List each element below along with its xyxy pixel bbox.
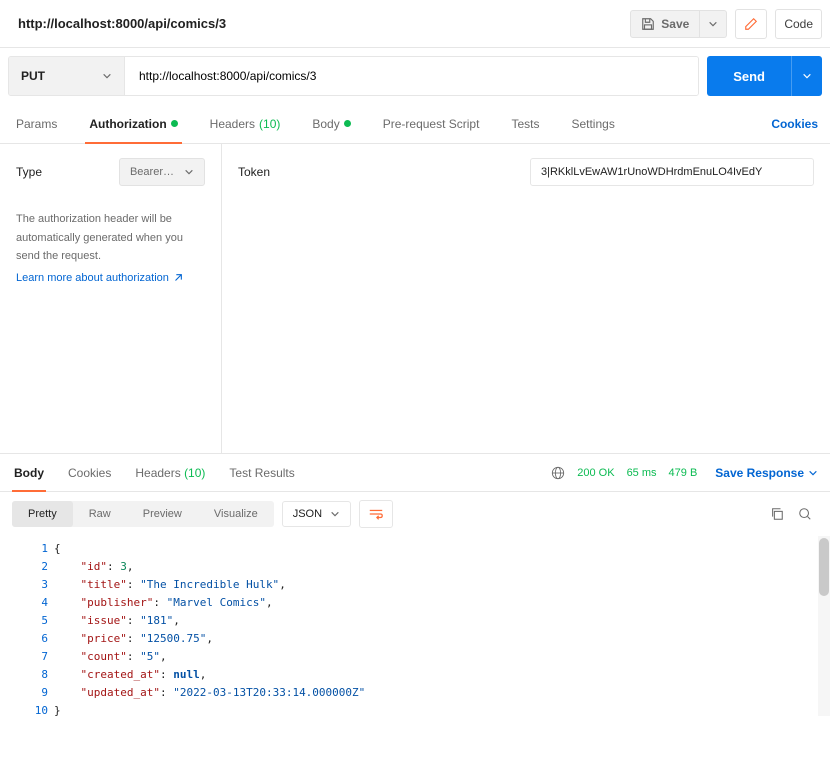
send-button[interactable]: Send	[707, 56, 791, 96]
send-dropdown-button[interactable]	[791, 56, 822, 96]
status-code: 200 OK	[577, 467, 614, 479]
save-icon	[641, 17, 655, 31]
method-url-group: PUT	[8, 56, 699, 96]
response-body-editor: 12345678910 { "id": 3, "title": "The Inc…	[0, 536, 830, 724]
response-status: 200 OK 65 ms 479 B	[551, 466, 697, 480]
modified-dot-icon	[171, 120, 178, 127]
save-response-button[interactable]: Save Response	[715, 466, 818, 480]
method-select[interactable]: PUT	[9, 57, 125, 95]
save-dropdown-button[interactable]	[700, 10, 727, 38]
response-header: Body Cookies Headers (10) Test Results 2…	[0, 454, 830, 492]
tab-settings[interactable]: Settings	[567, 104, 618, 143]
line-gutter: 12345678910	[0, 536, 54, 724]
search-button[interactable]	[798, 507, 812, 521]
scroll-thumb[interactable]	[819, 538, 829, 596]
url-input[interactable]	[125, 57, 698, 95]
code-area[interactable]: { "id": 3, "title": "The Incredible Hulk…	[54, 536, 365, 724]
response-tab-cookies[interactable]: Cookies	[66, 454, 113, 491]
view-visualize-button[interactable]: Visualize	[198, 501, 274, 527]
chevron-down-icon	[708, 19, 718, 29]
search-icon	[798, 507, 812, 521]
tab-authorization[interactable]: Authorization	[85, 104, 181, 143]
auth-description: The authorization header will be automat…	[16, 210, 205, 266]
save-button[interactable]: Save	[630, 10, 700, 38]
view-raw-button[interactable]: Raw	[73, 501, 127, 527]
response-size: 479 B	[669, 467, 698, 479]
view-preview-button[interactable]: Preview	[127, 501, 198, 527]
chevron-down-icon	[184, 167, 194, 177]
view-pretty-button[interactable]: Pretty	[12, 501, 73, 527]
chevron-down-icon	[808, 468, 818, 478]
chevron-down-icon	[802, 71, 812, 81]
top-bar: http://localhost:8000/api/comics/3 Save …	[0, 0, 830, 48]
globe-icon	[551, 466, 565, 480]
wrap-lines-button[interactable]	[359, 500, 393, 528]
pencil-icon	[744, 17, 758, 31]
chevron-down-icon	[330, 509, 340, 519]
tab-title: http://localhost:8000/api/comics/3	[8, 16, 226, 31]
response-tab-headers[interactable]: Headers (10)	[133, 454, 207, 491]
code-button[interactable]: Code	[775, 9, 822, 39]
response-toolbar: Pretty Raw Preview Visualize JSON	[0, 492, 830, 536]
tab-params[interactable]: Params	[12, 104, 61, 143]
token-input[interactable]	[530, 158, 814, 186]
auth-type-label: Type	[16, 165, 42, 179]
tab-body[interactable]: Body	[308, 104, 354, 143]
top-right-buttons: Save Code	[630, 9, 822, 39]
format-select[interactable]: JSON	[282, 501, 351, 527]
copy-icon	[770, 507, 784, 521]
auth-panel: Type Bearer… The authorization header wi…	[0, 144, 830, 454]
auth-type-select[interactable]: Bearer…	[119, 158, 205, 186]
chevron-down-icon	[102, 71, 112, 81]
edit-button[interactable]	[735, 9, 767, 39]
tab-prerequest[interactable]: Pre-request Script	[379, 104, 484, 143]
cookies-link[interactable]: Cookies	[771, 117, 818, 131]
response-tab-body[interactable]: Body	[12, 454, 46, 491]
response-time: 65 ms	[627, 467, 657, 479]
response-tab-test-results[interactable]: Test Results	[227, 454, 296, 491]
modified-dot-icon	[344, 120, 351, 127]
request-tabs: Params Authorization Headers (10) Body P…	[0, 104, 830, 144]
tab-tests[interactable]: Tests	[507, 104, 543, 143]
scrollbar[interactable]	[818, 536, 830, 716]
tab-headers[interactable]: Headers (10)	[206, 104, 285, 143]
token-label: Token	[238, 165, 518, 179]
wrap-icon	[368, 507, 384, 521]
copy-button[interactable]	[770, 507, 784, 521]
learn-more-link[interactable]: Learn more about authorization	[16, 272, 183, 284]
request-row: PUT Send	[0, 48, 830, 104]
external-link-icon	[173, 273, 183, 283]
